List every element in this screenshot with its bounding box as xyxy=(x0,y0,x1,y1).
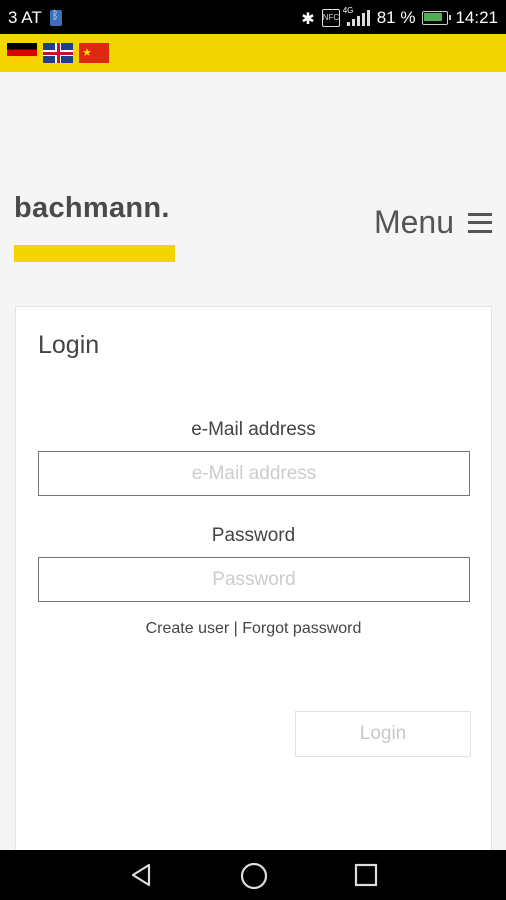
login-card: Login e-Mail address Password Create use… xyxy=(15,306,492,866)
email-field[interactable] xyxy=(38,451,470,496)
network-label: 4G xyxy=(342,6,354,15)
login-button[interactable]: Login xyxy=(295,711,471,757)
clock: 14:21 xyxy=(455,8,498,27)
home-icon[interactable] xyxy=(240,862,268,890)
language-bar: ★ xyxy=(0,34,506,72)
carrier-label: 3 AT xyxy=(8,8,42,27)
status-bar: 3 AT ✱ NFC 4G 81 % 14:21 xyxy=(0,0,506,34)
logo-underline xyxy=(14,245,175,262)
account-links: Create user | Forgot password xyxy=(16,620,491,638)
bluetooth-icon: ✱ xyxy=(301,8,315,28)
signal-icon: 4G xyxy=(343,6,370,26)
bachmann-logo[interactable]: bachmann. xyxy=(14,192,170,225)
android-nav-bar xyxy=(0,850,506,900)
password-label: Password xyxy=(211,525,296,546)
recent-apps-icon[interactable] xyxy=(354,863,378,887)
battery-icon xyxy=(422,11,452,25)
flag-uk-icon[interactable] xyxy=(43,43,73,63)
menu-button[interactable]: Menu xyxy=(374,204,492,241)
password-field[interactable] xyxy=(38,557,470,602)
forgot-password-link[interactable]: Forgot password xyxy=(242,620,361,637)
login-title: Login xyxy=(38,331,100,359)
nfc-icon: NFC xyxy=(321,9,340,27)
back-icon[interactable] xyxy=(128,862,154,893)
hamburger-icon xyxy=(468,212,492,233)
notification-icon xyxy=(49,8,62,26)
create-user-link[interactable]: Create user xyxy=(146,620,230,637)
flag-cn-icon[interactable]: ★ xyxy=(79,43,109,63)
link-separator: | xyxy=(229,620,243,637)
email-label: e-Mail address xyxy=(191,419,316,440)
battery-percent: 81 % xyxy=(376,8,416,27)
menu-label: Menu xyxy=(373,204,454,240)
flag-de-icon[interactable] xyxy=(7,43,37,63)
